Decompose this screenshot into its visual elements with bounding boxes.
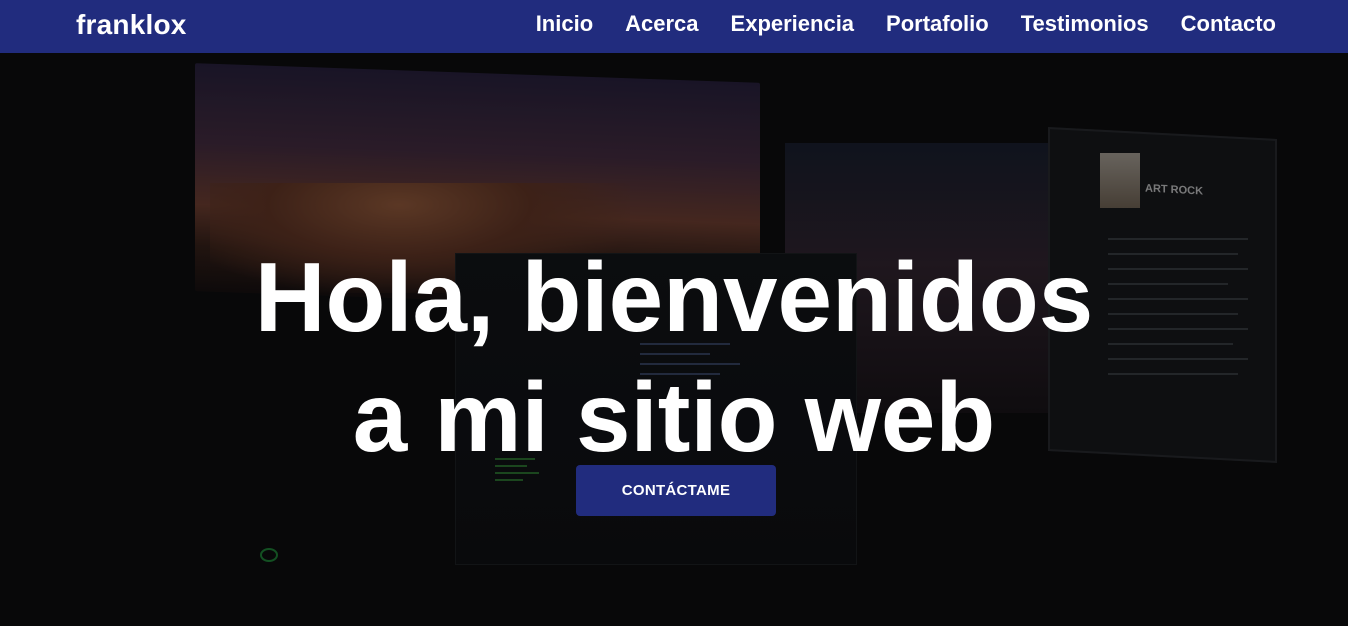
nav-link-acerca[interactable]: Acerca [625, 9, 698, 39]
page: franklox Inicio Acerca Experiencia Porta… [0, 0, 1348, 626]
nav-link-testimonios[interactable]: Testimonios [1021, 9, 1149, 39]
contact-me-button[interactable]: CONTÁCTAME [576, 465, 776, 516]
nav-link-inicio[interactable]: Inicio [536, 9, 593, 39]
nav-link-experiencia[interactable]: Experiencia [731, 9, 855, 39]
hero-headline: Hola, bienvenidos a mi sitio web [0, 237, 1348, 477]
brand-logo[interactable]: franklox [76, 9, 187, 41]
headline-line-2: a mi sitio web [352, 362, 996, 472]
nav-link-portafolio[interactable]: Portafolio [886, 9, 989, 39]
nav-link-contacto[interactable]: Contacto [1181, 9, 1276, 39]
nav-links: Inicio Acerca Experiencia Portafolio Tes… [536, 9, 1276, 39]
navbar: franklox Inicio Acerca Experiencia Porta… [0, 0, 1348, 53]
headline-line-1: Hola, bienvenidos [254, 242, 1094, 352]
hero-section: ART ROCK Hola, bienvenidos a mi sitio we… [0, 53, 1348, 626]
